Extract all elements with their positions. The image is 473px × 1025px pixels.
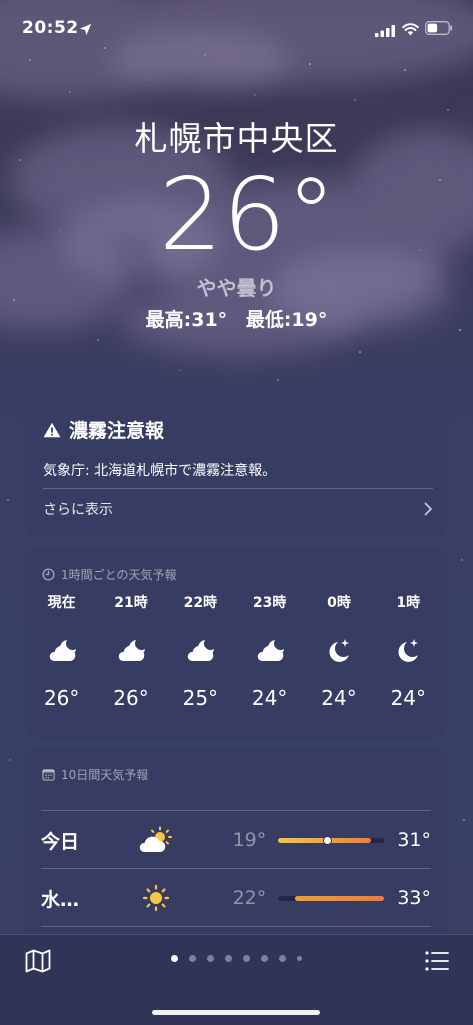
day-low-temperature: 19° xyxy=(232,829,267,851)
hour-label: 21時 xyxy=(114,595,148,611)
hourly-forecast-card[interactable]: 1時間ごとの天気予報 現在 26° 21時 26° 22時 25° 23時 24… xyxy=(23,548,449,738)
alert-more-link[interactable]: さらに表示 xyxy=(43,496,433,522)
warning-triangle-icon xyxy=(43,422,61,437)
home-indicator xyxy=(152,1010,320,1015)
calendar-icon xyxy=(42,769,55,781)
high-temperature: 最高:31° xyxy=(145,309,228,331)
chevron-right-icon xyxy=(424,502,432,516)
city-name: 札幌市中央区 xyxy=(134,119,339,158)
hour-label: 0時 xyxy=(327,595,351,611)
hour-temperature: 26° xyxy=(113,686,149,710)
weather-alert-card[interactable]: 濃霧注意報 気象庁: 北海道札幌市で濃霧注意報。 さらに表示 xyxy=(23,398,449,536)
hourly-item: 0時 24° xyxy=(304,592,373,710)
page-dot xyxy=(189,955,196,962)
hour-label: 22時 xyxy=(183,595,218,611)
page-dot xyxy=(171,955,178,962)
hourly-item: 23時 24° xyxy=(235,592,304,710)
bottom-toolbar xyxy=(0,934,473,1025)
divider xyxy=(41,810,431,811)
day-label: 水… xyxy=(41,888,80,911)
page-dot xyxy=(279,955,286,962)
page-indicator[interactable] xyxy=(0,955,473,962)
low-temperature: 最低:19° xyxy=(245,309,328,331)
hour-label: 現在 xyxy=(47,595,76,611)
day-low-temperature: 22° xyxy=(232,887,267,909)
hour-temperature: 24° xyxy=(390,686,427,710)
temperature-range-fill xyxy=(295,895,384,901)
page-dot xyxy=(261,955,268,962)
daily-forecast-row[interactable]: 今日 19° 31° xyxy=(41,812,431,868)
ten-day-forecast-title: 10日間天気予報 xyxy=(61,768,149,782)
partly-cloudy-day-icon xyxy=(128,826,185,854)
hourly-item: 1時 24° xyxy=(374,592,443,710)
map-icon[interactable] xyxy=(25,949,51,977)
partly-cloudy-night-icon xyxy=(114,634,148,668)
weather-condition: やや曇り xyxy=(196,276,277,300)
hourly-forecast-list: 現在 26° 21時 26° 22時 25° 23時 24° 0時 24° 1時… xyxy=(23,592,449,710)
hourly-forecast-title: 1時間ごとの天気予報 xyxy=(61,568,177,582)
battery-icon xyxy=(425,20,453,39)
cellular-signal-icon xyxy=(375,22,395,41)
day-high-temperature: 33° xyxy=(397,887,431,909)
list-icon[interactable] xyxy=(425,951,449,975)
divider xyxy=(41,926,431,927)
hourly-item: 21時 26° xyxy=(96,592,165,710)
page-dot xyxy=(225,955,232,962)
alert-title: 濃霧注意報 xyxy=(69,420,165,442)
clock-icon xyxy=(42,568,55,581)
hour-temperature: 24° xyxy=(251,686,288,710)
location-arrow-icon xyxy=(79,21,92,40)
divider xyxy=(41,868,431,869)
hour-temperature: 25° xyxy=(182,686,219,710)
clear-night-icon xyxy=(394,634,422,668)
high-low-temperatures: 最高:31° 最低:19° xyxy=(0,305,473,332)
current-temperature-marker xyxy=(322,835,332,845)
ten-day-forecast-card[interactable]: 10日間天気予報 今日 19° 31° 水… 22° 33° xyxy=(23,748,449,948)
clear-night-icon xyxy=(325,634,353,668)
daily-forecast-row[interactable]: 水… 22° 33° xyxy=(41,870,431,926)
hour-temperature: 24° xyxy=(321,686,357,710)
page-dot xyxy=(243,955,250,962)
temperature-range-bar xyxy=(278,895,384,901)
ten-day-forecast-header: 10日間天気予報 xyxy=(42,766,148,783)
alert-body: 気象庁: 北海道札幌市で濃霧注意報。 xyxy=(43,463,277,479)
day-label: 今日 xyxy=(41,830,80,853)
current-temperature: 26° xyxy=(158,156,337,273)
partly-cloudy-night-icon xyxy=(183,634,217,668)
hour-label: 23時 xyxy=(252,595,287,611)
hourly-item: 現在 26° xyxy=(27,592,96,710)
sunny-icon xyxy=(128,884,185,912)
hourly-forecast-header: 1時間ごとの天気予報 xyxy=(42,566,177,583)
page-dot xyxy=(297,956,302,961)
temperature-range-bar xyxy=(278,835,384,845)
page-dot xyxy=(207,955,214,962)
partly-cloudy-night-icon xyxy=(45,634,79,668)
alert-title-row: 濃霧注意報 xyxy=(43,416,164,443)
wifi-icon xyxy=(402,21,419,40)
hour-temperature: 26° xyxy=(43,686,80,710)
status-bar: 20:52 xyxy=(0,16,473,42)
hour-label: 1時 xyxy=(396,595,421,611)
alert-more-label: さらに表示 xyxy=(43,502,113,518)
hourly-item: 22時 25° xyxy=(166,592,235,710)
partly-cloudy-night-icon xyxy=(253,634,287,668)
status-time: 20:52 xyxy=(22,18,79,38)
day-high-temperature: 31° xyxy=(397,829,431,851)
divider xyxy=(43,488,433,489)
